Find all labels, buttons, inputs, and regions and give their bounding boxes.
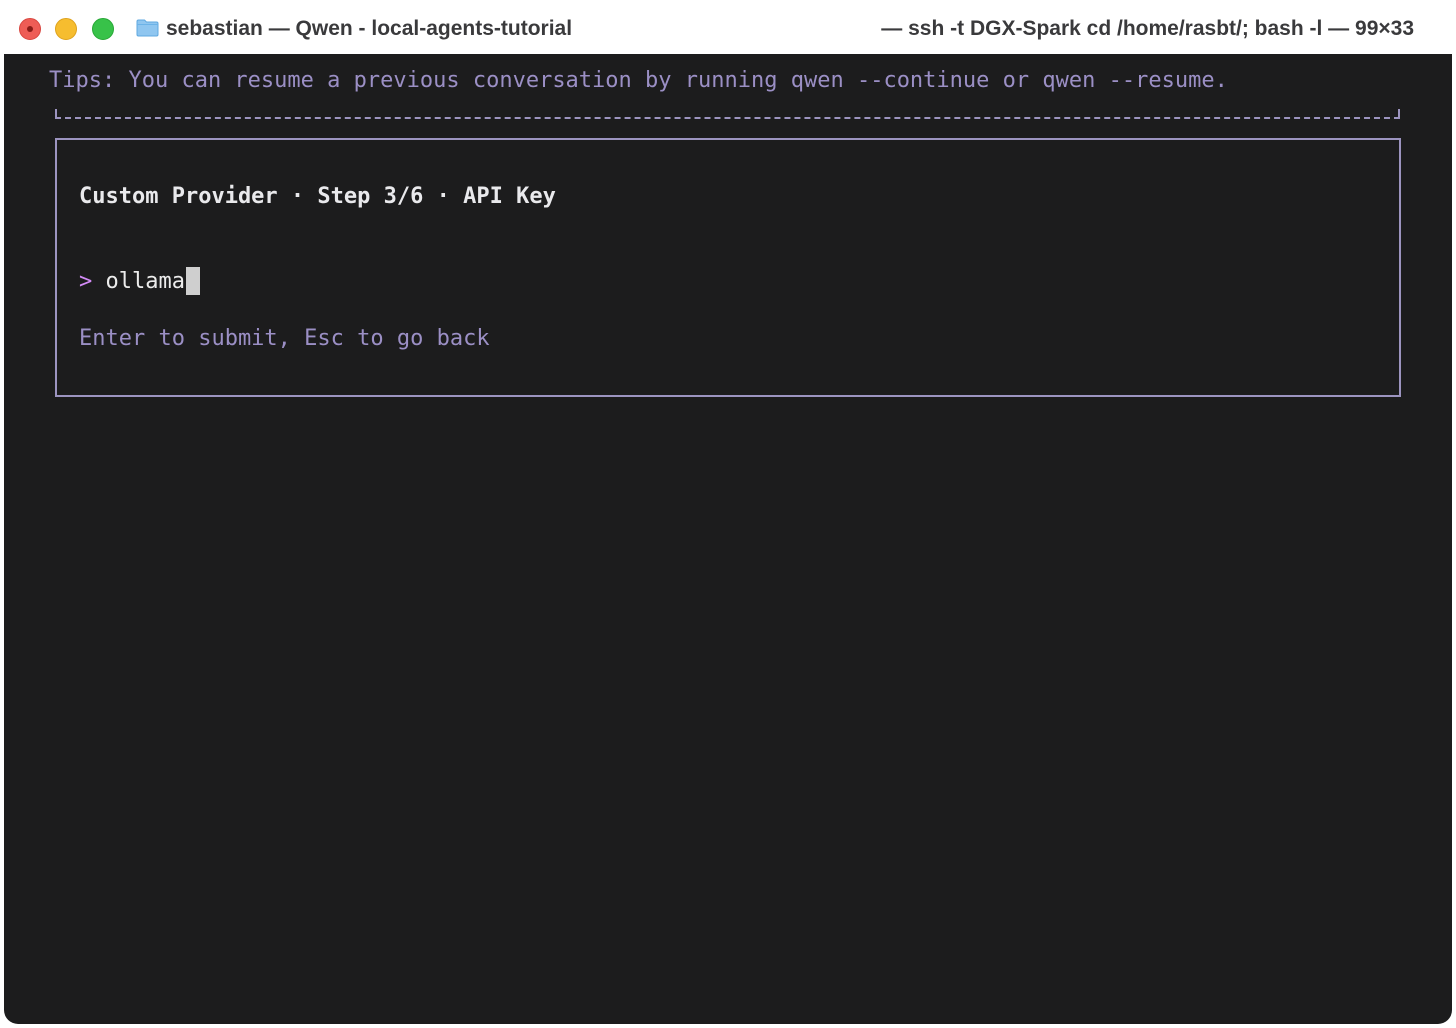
close-button[interactable] [19, 18, 41, 40]
dialog-hint: Enter to submit, Esc to go back [79, 326, 490, 351]
title-bar[interactable]: sebastian — Qwen - local-agents-tutorial… [0, 0, 1456, 54]
provider-dialog: Custom Provider · Step 3/6 · API Key > o… [55, 138, 1401, 397]
api-key-input[interactable]: > ollama [79, 267, 200, 297]
api-key-value: ollama [105, 269, 185, 294]
tips-text: Tips: You can resume a previous conversa… [49, 68, 1228, 93]
previous-box-border [55, 109, 1400, 119]
close-icon [27, 26, 33, 32]
terminal-window: sebastian — Qwen - local-agents-tutorial… [0, 0, 1456, 1028]
text-cursor [185, 267, 200, 295]
prompt-char: > [79, 269, 93, 294]
zoom-button[interactable] [92, 18, 114, 40]
dialog-title: Custom Provider · Step 3/6 · API Key [79, 184, 556, 209]
window-title: sebastian — Qwen - local-agents-tutorial [166, 17, 573, 40]
folder-icon [136, 19, 159, 37]
window-subtitle: — ssh -t DGX-Spark cd /home/rasbt/; bash… [881, 17, 1414, 40]
minimize-button[interactable] [55, 18, 77, 40]
terminal-area[interactable]: Tips: You can resume a previous conversa… [4, 54, 1452, 1024]
